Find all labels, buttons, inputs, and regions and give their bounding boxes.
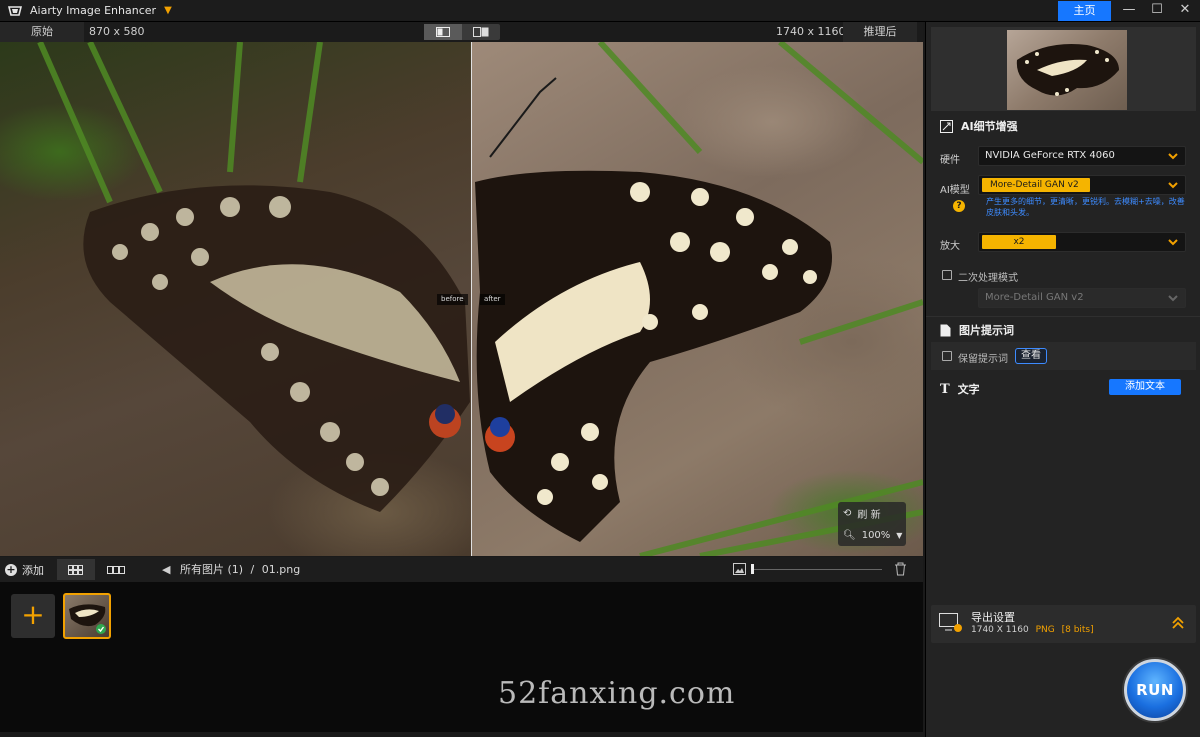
run-button[interactable]: RUN (1124, 659, 1186, 721)
app-logo-icon (8, 5, 22, 16)
thumbnail-size-slider[interactable] (752, 569, 882, 570)
refresh-button[interactable]: ⟲ 刷 新 (838, 502, 906, 524)
breadcrumb-all-images[interactable]: 所有图片 (1) (180, 563, 243, 576)
divider (926, 316, 1200, 317)
view-prompt-button[interactable]: 查看 (1015, 348, 1047, 364)
after-tag: after (480, 294, 505, 305)
after-label: 推理后 (843, 22, 917, 42)
chevron-down-icon (1168, 239, 1178, 246)
maximize-button[interactable]: ☐ (1143, 0, 1171, 22)
zoom-level: 100% (861, 529, 891, 541)
close-button[interactable]: ✕ (1171, 0, 1199, 22)
side-by-side-icon (473, 27, 489, 37)
scale-select[interactable]: x2 (978, 232, 1186, 252)
enhance-icon (940, 119, 953, 133)
help-icon[interactable]: ? (953, 200, 965, 212)
chevron-down-icon: ▼ (896, 530, 903, 540)
original-size: 870 x 580 (89, 25, 145, 38)
filmstrip-icon (107, 565, 125, 574)
trash-icon[interactable] (894, 562, 907, 576)
minimize-button[interactable]: — (1115, 0, 1143, 22)
second-pass-checkbox[interactable] (942, 270, 952, 280)
add-image-button[interactable]: + 添加 (5, 562, 44, 578)
ai-model-select[interactable]: More-Detail GAN v2 (978, 175, 1186, 195)
back-arrow-icon[interactable]: ◀ (162, 563, 170, 576)
grid-icon (68, 564, 83, 575)
original-label: 原始 (0, 22, 84, 42)
zoom-selector[interactable]: 🔍︎ 100% ▼ (838, 524, 906, 546)
grid-view-button[interactable] (57, 559, 95, 580)
scale-label: 放大 (940, 241, 960, 252)
second-pass-label: 二次处理模式 (958, 273, 1018, 284)
strip-view-button[interactable] (97, 559, 135, 580)
watermark: 52fanxing.com (498, 676, 736, 711)
thumbnail-butterfly (69, 604, 106, 634)
model-description: 产生更多的细节，更清晰，更锐利。去模糊+去噪，改善皮肤和头发。 (986, 197, 1185, 217)
viewer-header: 原始 870 x 580 1740 x 1160 推理后 (0, 22, 923, 42)
model-label: AI模型 (940, 185, 970, 196)
image-thumbnail[interactable] (63, 593, 111, 639)
add-image-tile[interactable]: + (11, 594, 55, 638)
breadcrumb-file: 01.png (261, 563, 301, 576)
image-viewer[interactable]: 原始 870 x 580 1740 x 1160 推理后 before afte… (0, 22, 923, 556)
image-size-icon (733, 563, 746, 575)
export-settings[interactable]: 导出设置 1740 X 1160 PNG [8 bits] (931, 605, 1196, 643)
slider-thumb[interactable] (751, 564, 754, 574)
plus-circle-icon: + (5, 562, 17, 576)
keep-prompt-label: 保留提示词 (958, 354, 1008, 365)
zoom-panel: ⟲ 刷 新 🔍︎ 100% ▼ (838, 502, 906, 546)
split-view-button[interactable] (424, 24, 462, 40)
breadcrumb: ◀ 所有图片 (1) / 01.png (162, 563, 301, 576)
magnifier-icon: 🔍︎ (843, 529, 856, 541)
app-menu-chevron-icon[interactable]: ▼ (164, 5, 172, 16)
title-bar: Aiarty Image Enhancer ▼ (0, 0, 1200, 22)
hardware-label: 硬件 (940, 155, 960, 166)
run-area: RUN (1111, 647, 1200, 737)
text-section: T 文字 (940, 381, 980, 397)
document-icon (940, 324, 951, 336)
compare-split-handle[interactable] (471, 42, 472, 556)
before-tag: before (437, 294, 468, 305)
home-button[interactable]: 主页 (1058, 1, 1111, 21)
preview-image (1007, 30, 1127, 110)
split-view-icon (436, 27, 450, 37)
prompt-section: 图片提示词 (940, 322, 1014, 338)
expand-up-icon[interactable] (1171, 616, 1185, 630)
ai-enhance-section: AI细节增强 (940, 118, 1018, 134)
thumbnail-area: + (0, 582, 923, 732)
keep-prompt-checkbox[interactable] (942, 351, 952, 361)
navigator-preview[interactable] (931, 27, 1196, 111)
side-by-side-button[interactable] (462, 24, 500, 40)
export-info: 1740 X 1160 PNG [8 bits] (971, 625, 1094, 635)
settings-panel: AI细节增强 硬件 NVIDIA GeForce RTX 4060 AI模型 M… (925, 22, 1200, 737)
view-mode-toggle[interactable] (424, 24, 500, 40)
app-title: Aiarty Image Enhancer (30, 4, 157, 17)
second-pass-model-select[interactable]: More-Detail GAN v2 (978, 288, 1186, 308)
hardware-select[interactable]: NVIDIA GeForce RTX 4060 (978, 146, 1186, 166)
refresh-icon: ⟲ (843, 507, 852, 519)
add-text-button[interactable]: 添加文本 (1109, 379, 1181, 395)
chevron-down-icon (1168, 182, 1178, 189)
export-settings-icon (939, 613, 962, 632)
chevron-down-icon (1168, 153, 1178, 160)
chevron-down-icon (1168, 295, 1178, 302)
file-strip-toolbar: + 添加 ◀ 所有图片 (1) / 01.png (0, 557, 923, 582)
text-t-icon: T (940, 381, 950, 397)
result-size: 1740 x 1160 (776, 25, 846, 38)
